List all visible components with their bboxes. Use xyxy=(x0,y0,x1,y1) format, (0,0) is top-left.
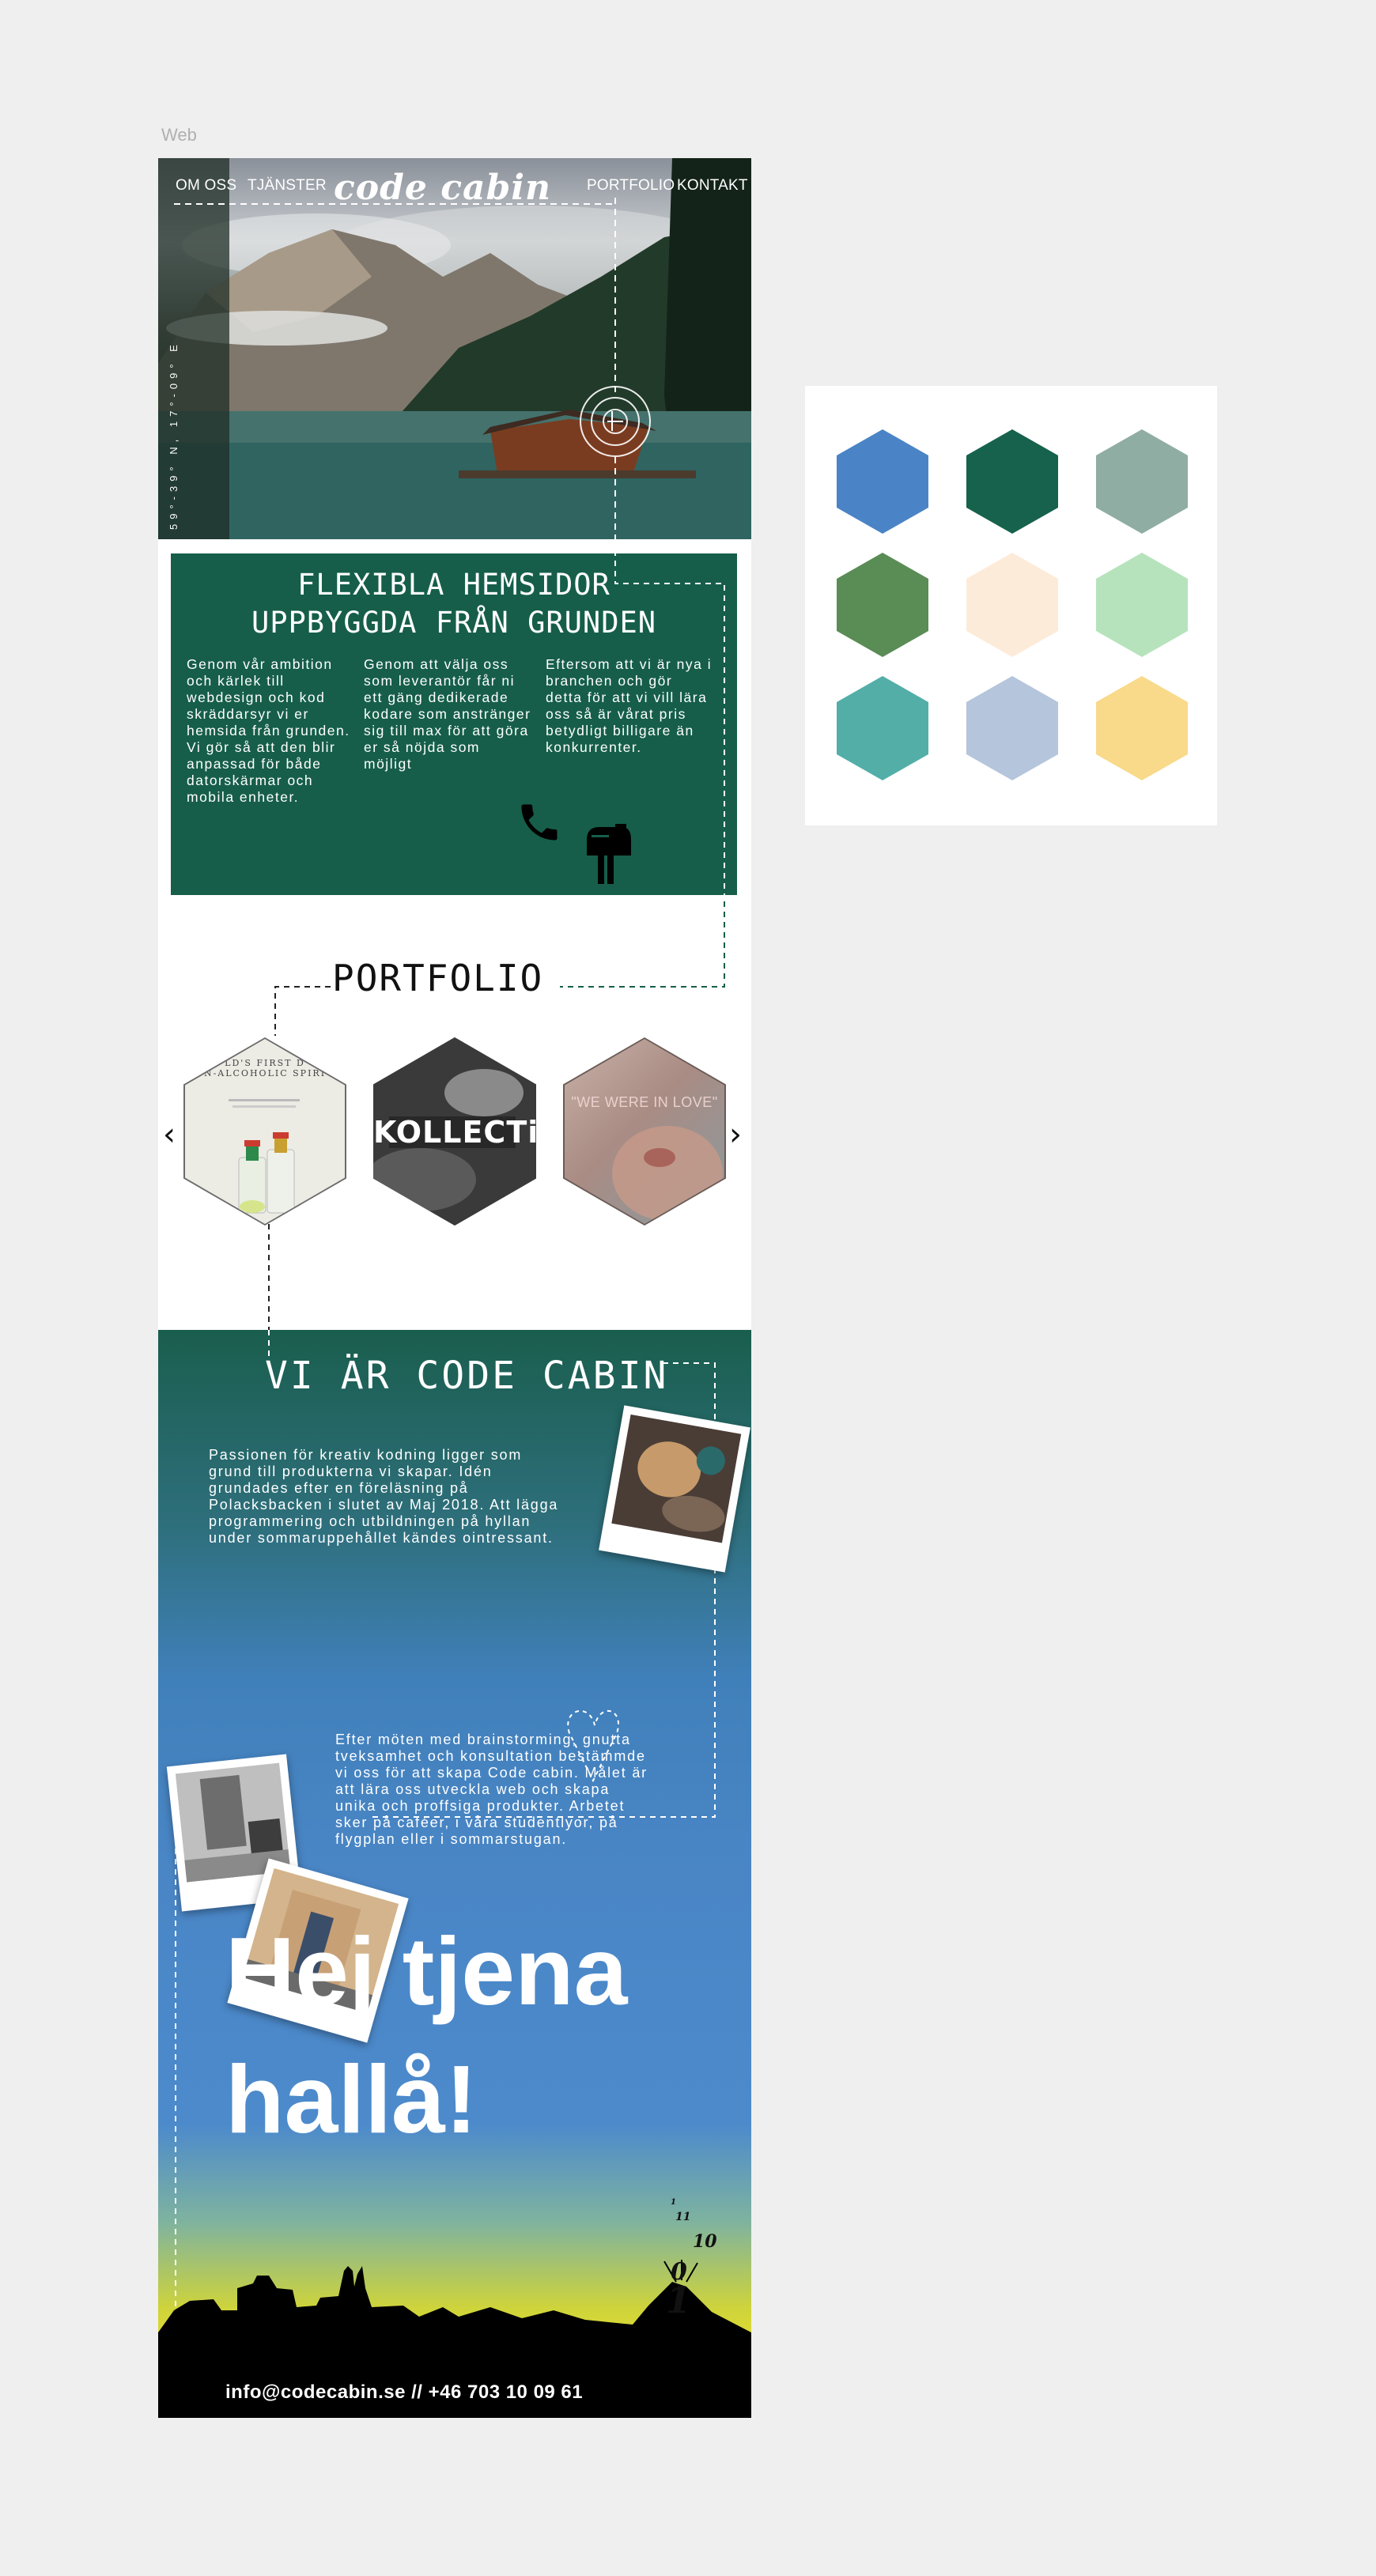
binary-digit-2: 0 xyxy=(671,2258,687,2286)
about-paragraph-2: Efter möten med brainstorming, gnutta tv… xyxy=(335,1732,648,1847)
brand-logo[interactable]: code cabin xyxy=(334,168,551,208)
about-paragraph-1: Passionen för kreativ kodning ligger som… xyxy=(209,1447,559,1546)
nav-tjanster[interactable]: TJÄNSTER xyxy=(248,177,327,195)
portfolio-title: PORTFOLIO xyxy=(332,957,544,999)
nav-om-oss[interactable]: OM OSS xyxy=(176,177,236,195)
swatch-3 xyxy=(1096,429,1188,534)
canvas-label: Web xyxy=(161,125,197,145)
hero-section: OM OSS TJÄNSTER code cabin PORTFOLIO KON… xyxy=(158,158,751,539)
cta-line2: hallå! xyxy=(225,2045,478,2153)
mountain-lake-image xyxy=(158,158,751,539)
binary-digit-3: 10 xyxy=(693,2231,717,2252)
color-palette-board xyxy=(805,386,1217,825)
swatch-6 xyxy=(1096,553,1188,657)
polaroid-cafe xyxy=(599,1405,750,1573)
portfolio-next-arrow[interactable]: › xyxy=(729,1116,742,1153)
portfolio-prev-arrow[interactable]: ‹ xyxy=(163,1116,176,1153)
kollection-caption: KOLLECTiON xyxy=(373,1115,592,1150)
binary-digit-5: 1 xyxy=(671,2198,676,2207)
swatch-8 xyxy=(966,676,1058,780)
about-section: VI ÄR CODE CABIN Passionen för kreativ k… xyxy=(158,1330,751,2418)
nav-portfolio[interactable]: PORTFOLIO xyxy=(587,177,675,195)
contact-info[interactable]: info@codecabin.se // +46 703 10 09 61 xyxy=(225,2381,583,2404)
binary-digit-4: 11 xyxy=(675,2211,691,2223)
services-section: FLEXIBLA HEMSIDOR UPPBYGGDA FRÅN GRUNDEN… xyxy=(171,550,737,901)
love-caption: "WE WERE IN LOVE" xyxy=(571,1094,718,1110)
swatch-1 xyxy=(837,429,928,534)
cta-line1: Hej tjena xyxy=(225,1917,628,2025)
swatch-2 xyxy=(966,429,1058,534)
coordinates-text: 59°-39° N, 17°-09° E xyxy=(168,340,180,530)
web-artboard: OM OSS TJÄNSTER code cabin PORTFOLIO KON… xyxy=(158,158,751,2418)
nav-kontakt[interactable]: KONTAKT xyxy=(677,177,748,195)
swatch-5 xyxy=(966,553,1058,657)
about-title: VI ÄR CODE CABIN xyxy=(265,1354,669,1398)
cafe-photo xyxy=(611,1414,742,1543)
swatch-4 xyxy=(837,553,928,657)
swatch-7 xyxy=(837,676,928,780)
services-dashed-line xyxy=(614,550,725,901)
swatch-9 xyxy=(1096,676,1188,780)
